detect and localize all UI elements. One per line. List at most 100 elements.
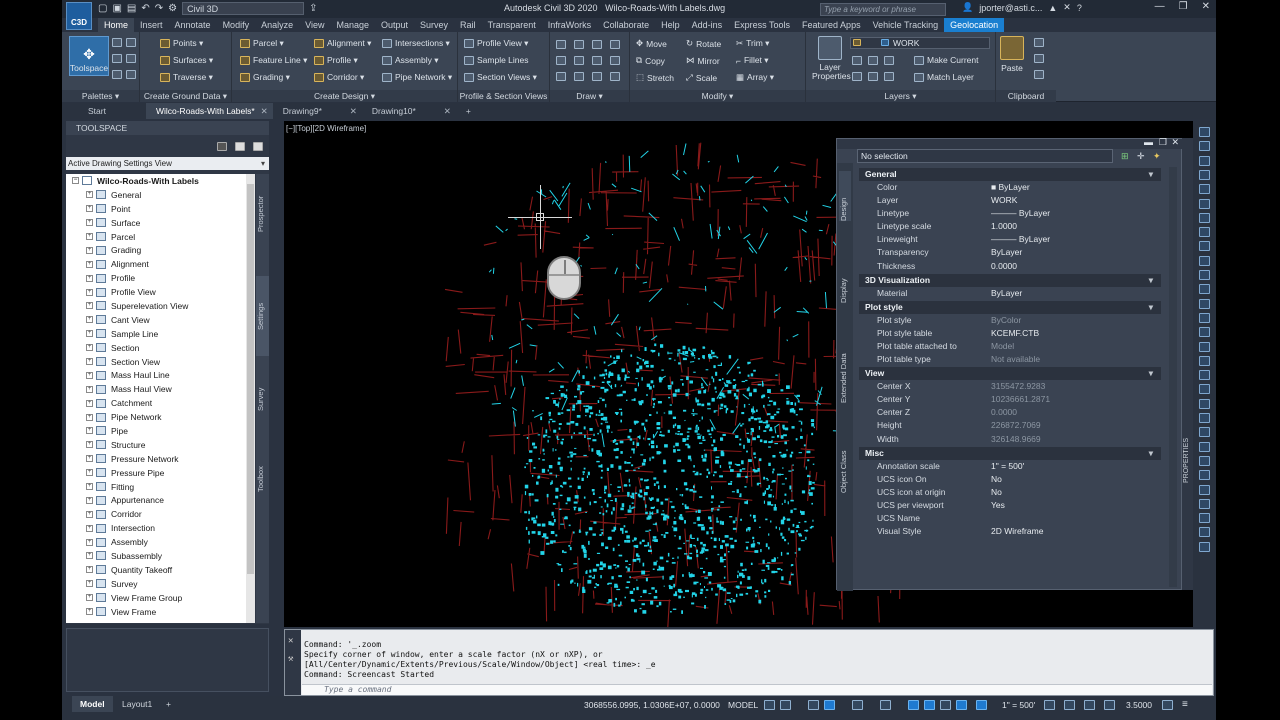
tool-icon[interactable] xyxy=(1199,455,1210,466)
create-ground-title[interactable]: Create Ground Data ▾ xyxy=(140,90,231,102)
doc-tab-drawing10[interactable]: Drawing10* ✕ xyxy=(362,103,456,119)
modify-title[interactable]: Modify ▾ xyxy=(630,90,805,102)
property-row[interactable]: Thickness 0.0000 xyxy=(859,260,1161,273)
select-objects-icon[interactable]: ✛ xyxy=(1137,151,1145,162)
help-icon[interactable] xyxy=(253,141,263,151)
property-row[interactable]: Color ■ ByLayer xyxy=(859,181,1161,194)
selection-dropdown[interactable]: No selection xyxy=(857,149,1113,163)
property-value[interactable]: ByLayer xyxy=(991,246,1161,259)
rotate-button[interactable]: ↻ Rotate xyxy=(686,38,721,49)
sample-lines-button[interactable]: Sample Lines xyxy=(464,55,529,65)
layers-title[interactable]: Layers ▾ xyxy=(806,90,995,102)
property-value[interactable]: 0.0000 xyxy=(991,260,1161,273)
transparency-icon[interactable] xyxy=(940,700,951,710)
tab-vehicle-tracking[interactable]: Vehicle Tracking xyxy=(867,18,945,32)
tool-icon[interactable] xyxy=(1199,427,1210,438)
mirror-button[interactable]: ⋈ Mirror xyxy=(686,55,720,66)
property-row[interactable]: Height 226872.7069 xyxy=(859,419,1161,432)
tree-item[interactable]: + Grading xyxy=(66,243,255,257)
tool-icon[interactable] xyxy=(1199,355,1210,366)
property-value[interactable]: ByColor xyxy=(991,314,1161,327)
tab-design[interactable]: Design xyxy=(839,171,851,221)
expand-icon[interactable]: + xyxy=(86,538,93,546)
restore-icon[interactable]: ❐ xyxy=(1179,1,1188,12)
property-value[interactable]: 226872.7069 xyxy=(991,419,1161,432)
tree-item[interactable]: + Quantity Takeoff xyxy=(66,563,255,577)
paste-button[interactable]: Paste xyxy=(1000,36,1024,73)
expand-icon[interactable]: + xyxy=(86,594,93,602)
clean-screen-icon[interactable] xyxy=(1162,700,1173,710)
property-value[interactable]: ByLayer xyxy=(991,287,1161,300)
expand-icon[interactable]: + xyxy=(86,524,93,532)
tree-item[interactable]: + Catchment xyxy=(66,396,255,410)
status-value[interactable]: 3.5000 xyxy=(1126,700,1152,710)
layer-isolate-icon[interactable] xyxy=(868,56,878,65)
copy-button[interactable]: ⧉ Copy xyxy=(636,55,665,66)
annotation-scale[interactable]: 1" = 500' xyxy=(1002,700,1035,710)
tree-item[interactable]: + Pressure Pipe xyxy=(66,466,255,480)
osnap-tracking-icon[interactable] xyxy=(880,700,891,710)
make-current-button[interactable]: Make Current xyxy=(914,55,979,65)
tab-object-class[interactable]: Object Class xyxy=(839,413,851,493)
expand-icon[interactable]: + xyxy=(86,219,93,227)
tool-icon[interactable] xyxy=(1199,413,1210,423)
tab-transparent[interactable]: Transparent xyxy=(482,18,542,32)
expand-icon[interactable]: + xyxy=(86,302,93,310)
grid-icon[interactable] xyxy=(764,700,775,710)
layout1-tab[interactable]: Layout1 xyxy=(114,696,160,712)
property-value[interactable]: 0.0000 xyxy=(991,406,1161,419)
draw-title[interactable]: Draw ▾ xyxy=(550,90,629,102)
tool-icon[interactable] xyxy=(1199,198,1210,209)
tool-icon[interactable] xyxy=(1199,513,1210,524)
properties-icon[interactable] xyxy=(112,54,122,63)
tab-analyze[interactable]: Analyze xyxy=(255,18,299,32)
tab-geolocation[interactable]: Geolocation xyxy=(944,18,1005,32)
traverse-button[interactable]: Traverse ▾ xyxy=(160,72,213,83)
expand-icon[interactable]: + xyxy=(86,483,93,491)
autoscale-icon[interactable] xyxy=(976,700,987,710)
property-value[interactable]: ■ ByLayer xyxy=(991,181,1161,194)
tree-item[interactable]: + Appurtenance xyxy=(66,493,255,507)
minimize-icon[interactable]: — xyxy=(1155,1,1165,12)
expand-icon[interactable]: + xyxy=(86,552,93,560)
list-view-icon[interactable] xyxy=(235,141,245,151)
table-icon[interactable] xyxy=(610,72,620,81)
workspace-dropdown[interactable]: Civil 3D xyxy=(182,2,305,15)
restore-palette-icon[interactable]: ❐ xyxy=(1159,137,1167,148)
tab-insert[interactable]: Insert xyxy=(134,18,169,32)
property-section-header[interactable]: View xyxy=(859,367,1161,381)
user-icon[interactable]: 👤 xyxy=(962,2,973,13)
close-icon[interactable]: ✕ xyxy=(1202,1,1210,12)
property-row[interactable]: Plot style ByColor xyxy=(859,314,1161,327)
expand-icon[interactable]: + xyxy=(86,385,93,393)
layer-walk-icon[interactable] xyxy=(884,72,894,81)
expand-icon[interactable]: + xyxy=(86,316,93,324)
lineweight-icon[interactable] xyxy=(924,700,935,710)
tool-icon[interactable] xyxy=(1199,270,1210,280)
move-button[interactable]: ✥ Move xyxy=(636,38,667,49)
property-value[interactable]: No xyxy=(991,473,1161,486)
property-value[interactable]: 2D Wireframe xyxy=(991,525,1161,538)
workspace-switch-icon[interactable] xyxy=(1044,700,1055,710)
toolspace-button[interactable]: ✥ Toolspace xyxy=(69,36,109,76)
isodraft-icon[interactable] xyxy=(852,700,863,710)
property-row[interactable]: Center X 3155472.9283 xyxy=(859,380,1161,393)
tab-home[interactable]: Home xyxy=(98,18,135,32)
expand-icon[interactable]: + xyxy=(86,427,93,435)
arc-icon[interactable] xyxy=(610,40,620,49)
tab-prospector[interactable]: Prospector xyxy=(256,184,269,244)
fillet-button[interactable]: ⌐ Fillet ▾ xyxy=(736,55,769,66)
tree-item[interactable]: + Mass Haul View xyxy=(66,382,255,396)
point-draw-icon[interactable] xyxy=(592,72,602,81)
tab-express-tools[interactable]: Express Tools xyxy=(728,18,796,32)
tool-icon[interactable] xyxy=(1199,169,1210,180)
tool-icon[interactable] xyxy=(1199,341,1210,352)
hatch-icon[interactable] xyxy=(574,56,584,65)
layer-freeze-icon[interactable] xyxy=(884,56,894,65)
alignment-button[interactable]: Alignment ▾ xyxy=(314,38,371,49)
expand-icon[interactable]: + xyxy=(86,233,93,240)
property-row[interactable]: UCS icon at origin No xyxy=(859,486,1161,499)
copy-clip-icon[interactable] xyxy=(1034,54,1044,63)
tree-item[interactable]: + View Frame xyxy=(66,605,255,619)
new-tab-button[interactable]: + xyxy=(456,103,489,119)
